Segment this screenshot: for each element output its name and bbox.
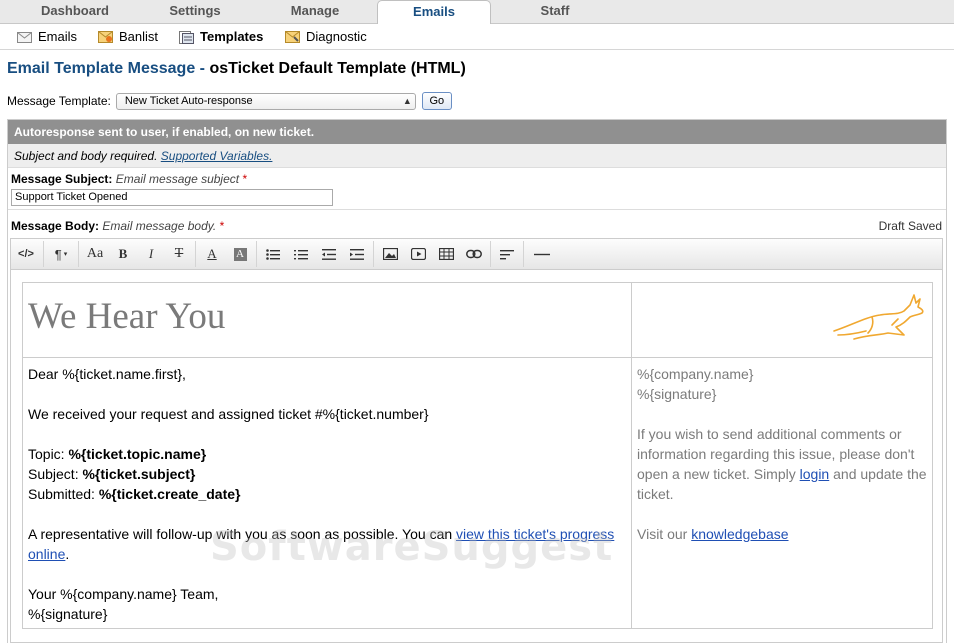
- email-received-line: We received your request and assigned ti…: [28, 406, 429, 422]
- subnav-item-diagnostic[interactable]: Diagnostic: [285, 28, 367, 46]
- form-subheader: Subject and body required. Supported Var…: [8, 144, 946, 168]
- html-icon[interactable]: </>: [11, 239, 41, 270]
- required-mark: *: [219, 219, 225, 233]
- subnav-item-emails[interactable]: Emails: [17, 28, 77, 46]
- template-select-value: New Ticket Auto-response: [124, 94, 253, 107]
- body-label: Message Body:: [11, 219, 100, 233]
- side-signature: %{signature}: [637, 386, 717, 402]
- editor-toolbar: </> ¶ ▾ Aa B I T A A: [10, 238, 943, 270]
- kangaroo-logo-icon: [833, 294, 924, 340]
- page-title-prefix: Email Template Message -: [7, 60, 210, 77]
- email-submitted-line: Submitted: %{ticket.create_date}: [28, 484, 626, 504]
- toolbar-divider: [490, 241, 491, 267]
- toolbar-divider: [195, 241, 196, 267]
- toolbar-divider: [523, 241, 524, 267]
- knowledgebase-link[interactable]: knowledgebase: [691, 526, 788, 542]
- subnav-label: Emails: [38, 29, 78, 44]
- subnav-label: Banlist: [119, 29, 159, 44]
- horizontal-rule-icon[interactable]: [526, 239, 558, 270]
- paragraph-icon[interactable]: ¶ ▾: [46, 239, 76, 270]
- sub-nav: Emails Banlist Templates Diagnostic: [0, 24, 954, 50]
- email-signature: %{signature}: [28, 606, 108, 622]
- subnav-item-banlist[interactable]: Banlist: [98, 28, 158, 46]
- strikethrough-icon[interactable]: T: [165, 239, 193, 270]
- subject-line-value: %{ticket.subject}: [82, 466, 196, 482]
- subnav-item-templates[interactable]: Templates: [179, 28, 263, 46]
- background-color-icon[interactable]: A: [226, 239, 254, 270]
- toolbar-divider: [78, 241, 79, 267]
- email-greeting: Dear %{ticket.name.first},: [28, 366, 186, 382]
- email-side-cell: %{company.name} %{signature} If you wish…: [632, 358, 932, 628]
- subject-line-label: Subject:: [28, 466, 83, 482]
- side-company: %{company.name}: [637, 366, 754, 382]
- email-heading-cell: We Hear You: [23, 283, 632, 358]
- main-nav: Dashboard Settings Manage Emails Staff: [0, 0, 954, 25]
- email-main-cell: Dear %{ticket.name.first}, We received y…: [23, 358, 632, 628]
- followup-end: .: [65, 546, 70, 562]
- editor-body[interactable]: We Hear You Dear %{ticket.name.first}, W…: [10, 270, 943, 643]
- outdent-icon[interactable]: [315, 239, 343, 270]
- required-mark: *: [242, 172, 248, 186]
- email-followup-paragraph: A representative will follow-up with you…: [28, 524, 626, 564]
- side-note: If you wish to send additional comments …: [637, 424, 927, 504]
- tab-staff[interactable]: Staff: [485, 0, 625, 24]
- tab-settings[interactable]: Settings: [125, 0, 265, 24]
- indent-icon[interactable]: [343, 239, 371, 270]
- side-visit-text: Visit our: [637, 526, 692, 542]
- toolbar-divider: [373, 241, 374, 267]
- diagnostic-icon: [285, 31, 300, 43]
- select-arrows-icon: ▲: [402, 95, 412, 106]
- email-topic-line: Topic: %{ticket.topic.name}: [28, 444, 626, 464]
- template-select-label: Message Template:: [7, 94, 111, 108]
- followup-text: A representative will follow-up with you…: [28, 526, 457, 542]
- image-icon[interactable]: [376, 239, 404, 270]
- subnav-label: Templates: [200, 29, 264, 44]
- tab-manage[interactable]: Manage: [245, 0, 385, 24]
- topic-label: Topic:: [28, 446, 69, 462]
- submitted-label: Submitted:: [28, 486, 99, 502]
- topic-value: %{ticket.topic.name}: [68, 446, 207, 462]
- tab-emails[interactable]: Emails: [377, 0, 491, 25]
- bold-icon[interactable]: B: [109, 239, 137, 270]
- side-visit: Visit our knowledgebase: [637, 524, 927, 544]
- toolbar-divider: [43, 241, 44, 267]
- email-logo-cell: [632, 283, 932, 358]
- table-icon[interactable]: [432, 239, 460, 270]
- template-select-row: Message Template: New Ticket Auto-respon…: [7, 91, 452, 111]
- subject-input[interactable]: Support Ticket Opened: [11, 189, 333, 206]
- video-icon[interactable]: [404, 239, 432, 270]
- email-layout-table: We Hear You Dear %{ticket.name.first}, W…: [22, 282, 933, 629]
- supported-variables-link[interactable]: Supported Variables.: [161, 149, 273, 163]
- draft-status: Draft Saved: [878, 219, 942, 233]
- page-title: Email Template Message - osTicket Defaul…: [7, 60, 466, 78]
- form-header: Autoresponse sent to user, if enabled, o…: [8, 120, 946, 144]
- subject-label: Message Subject:: [11, 172, 113, 186]
- login-link[interactable]: login: [800, 466, 830, 482]
- unordered-list-icon[interactable]: [259, 239, 287, 270]
- envelope-icon: [17, 31, 32, 43]
- font-size-icon[interactable]: Aa: [81, 239, 109, 270]
- subject-row: Message Subject: Email message subject *…: [8, 168, 946, 210]
- ordered-list-icon[interactable]: [287, 239, 315, 270]
- template-name: osTicket Default Template (HTML): [209, 60, 466, 77]
- tab-dashboard[interactable]: Dashboard: [5, 0, 145, 24]
- email-subject-line: Subject: %{ticket.subject}: [28, 464, 626, 484]
- toolbar-divider: [256, 241, 257, 267]
- banlist-icon: [98, 31, 113, 43]
- go-button[interactable]: Go: [421, 92, 452, 110]
- email-signoff: Your %{company.name} Team,: [28, 586, 219, 602]
- subject-hint: Email message subject: [115, 172, 240, 186]
- italic-icon[interactable]: I: [137, 239, 165, 270]
- required-note: Subject and body required.: [14, 149, 158, 163]
- font-color-icon[interactable]: A: [198, 239, 226, 270]
- template-select[interactable]: New Ticket Auto-response ▲: [115, 92, 416, 110]
- submitted-value: %{ticket.create_date}: [98, 486, 241, 502]
- email-heading: We Hear You: [28, 296, 226, 337]
- link-icon[interactable]: [460, 239, 488, 270]
- align-icon[interactable]: [493, 239, 521, 270]
- templates-icon: [179, 30, 194, 44]
- subnav-label: Diagnostic: [306, 29, 367, 44]
- body-row: Message Body: Email message body. * Draf…: [8, 210, 946, 233]
- body-hint: Email message body.: [102, 219, 217, 233]
